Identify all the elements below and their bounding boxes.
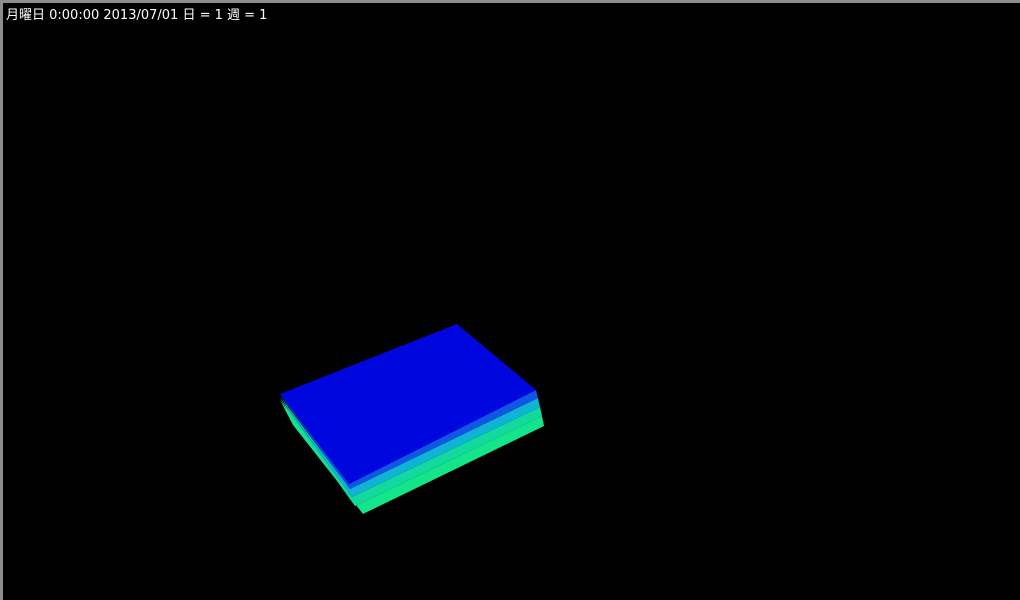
- 3d-viewport[interactable]: 月曜日 0:00:00 2013/07/01 日 = 1 週 = 1: [3, 3, 1020, 600]
- render-window: 月曜日 0:00:00 2013/07/01 日 = 1 週 = 1: [0, 0, 1020, 600]
- scene-canvas: [280, 324, 544, 514]
- layered-block: [280, 324, 544, 514]
